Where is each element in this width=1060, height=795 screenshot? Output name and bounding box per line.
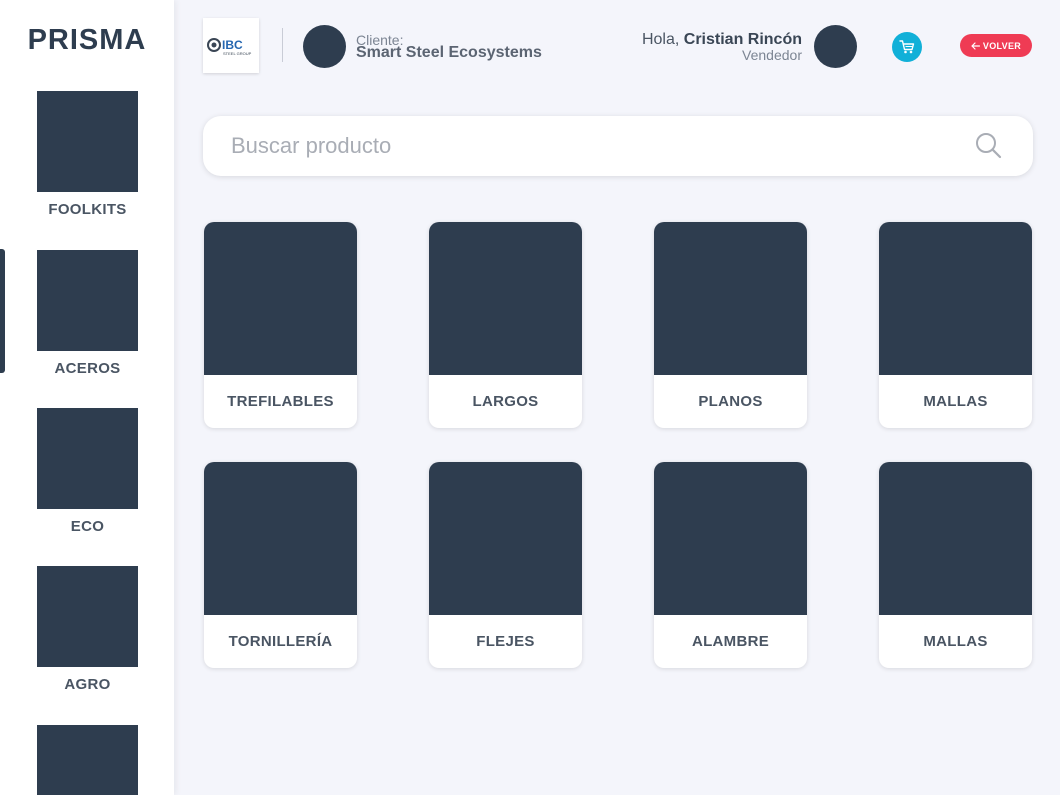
category-label: PLANOS <box>698 393 763 410</box>
shopping-cart-icon <box>899 40 915 54</box>
category-label: FLEJES <box>476 633 535 650</box>
category-card-planos[interactable]: PLANOS <box>654 222 807 428</box>
category-image <box>654 462 807 615</box>
arrow-left-icon <box>971 41 980 50</box>
category-label: ALAMBRE <box>691 633 770 650</box>
category-image <box>204 462 357 615</box>
category-image <box>429 462 582 615</box>
sidebar-item-image <box>37 725 138 795</box>
back-button[interactable]: VOLVER <box>960 34 1032 57</box>
company-logo: IBC STEEL GROUP <box>203 18 259 73</box>
sidebar-item-image <box>37 408 138 509</box>
category-card-trefilables[interactable]: TREFILABLES <box>204 222 357 428</box>
category-label: TREFILABLES <box>227 393 334 410</box>
brand-logo: PRISMA <box>27 24 147 56</box>
sidebar: PRISMA FOOLKITS ACEROS ECO AGRO <box>0 0 174 795</box>
category-image <box>204 222 357 375</box>
sidebar-item-label: ACEROS <box>54 360 121 377</box>
search-input[interactable] <box>231 128 951 164</box>
search-icon[interactable] <box>975 132 1003 160</box>
sidebar-item-image <box>37 566 138 667</box>
category-card-alambre[interactable]: ALAMBRE <box>654 462 807 668</box>
sidebar-item-image <box>37 250 138 351</box>
sidebar-item-label: ECO <box>70 518 105 535</box>
greeting-text: Hola, <box>641 31 680 48</box>
user-name: Cristian Rincón <box>683 31 802 48</box>
back-button-label: VOLVER <box>982 40 1022 51</box>
category-label: LARGOS <box>472 393 539 410</box>
category-card-mallas-2[interactable]: MALLAS <box>879 462 1032 668</box>
category-image <box>654 222 807 375</box>
sidebar-item-more[interactable] <box>37 725 138 795</box>
user-avatar[interactable] <box>814 25 857 68</box>
category-card-mallas[interactable]: MALLAS <box>879 222 1032 428</box>
user-greeting: Hola, Cristian Rincón <box>642 32 802 48</box>
logo-text: IBC <box>222 38 243 52</box>
sidebar-item-agro[interactable]: AGRO <box>37 566 138 693</box>
sidebar-item-label: FOOLKITS <box>48 201 127 218</box>
category-image <box>429 222 582 375</box>
search-bar <box>203 116 1033 176</box>
client-name: Smart Steel Ecosystems <box>356 44 542 61</box>
sidebar-item-foolkits[interactable]: FOOLKITS <box>37 91 138 218</box>
category-card-tornilleria[interactable]: TORNILLERÍA <box>204 462 357 668</box>
sidebar-item-image <box>37 91 138 192</box>
header-divider <box>282 28 283 62</box>
category-card-largos[interactable]: LARGOS <box>429 222 582 428</box>
category-label: MALLAS <box>923 393 988 410</box>
sidebar-item-eco[interactable]: ECO <box>37 408 138 535</box>
logo-subtext: STEEL GROUP <box>223 51 252 56</box>
ibc-logo-icon: IBC STEEL GROUP <box>207 37 252 56</box>
category-label: TORNILLERÍA <box>228 633 333 650</box>
category-image <box>879 222 1032 375</box>
category-card-flejes[interactable]: FLEJES <box>429 462 582 668</box>
category-label: MALLAS <box>923 633 988 650</box>
cart-button[interactable] <box>892 32 922 62</box>
client-avatar <box>303 25 346 68</box>
sidebar-item-aceros[interactable]: ACEROS <box>37 250 138 377</box>
user-info: Hola, Cristian Rincón Vendedor <box>642 32 802 63</box>
user-role: Vendedor <box>742 47 802 63</box>
sidebar-item-label: AGRO <box>64 676 111 693</box>
category-image <box>879 462 1032 615</box>
sidebar-active-indicator <box>0 249 5 373</box>
